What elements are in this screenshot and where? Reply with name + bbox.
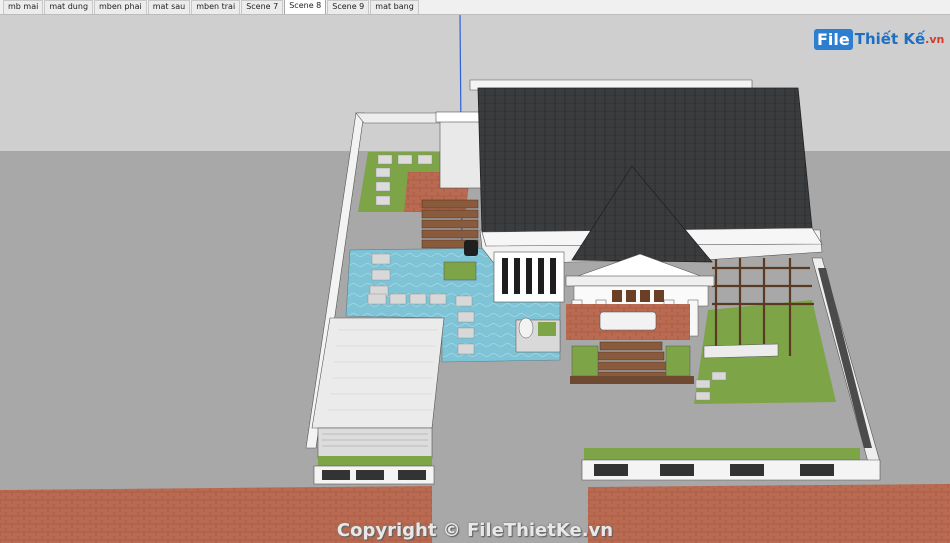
carport-roof xyxy=(311,317,445,429)
front-gable-beam xyxy=(565,275,715,287)
model-render xyxy=(0,15,950,543)
tab-mben-trai[interactable]: mben trai xyxy=(191,0,241,14)
step-planter-right xyxy=(665,345,691,377)
porch-bench xyxy=(599,311,657,331)
tab-mat-sau[interactable]: mat sau xyxy=(147,0,191,14)
3d-viewport[interactable]: File Thiết Kế .vn Copyright © FileThietK… xyxy=(0,15,950,543)
logo-tld: .vn xyxy=(925,32,945,46)
tab-scene-9[interactable]: Scene 9 xyxy=(327,0,370,14)
logo-left-word: File xyxy=(814,28,853,50)
front-right-planter xyxy=(584,448,860,460)
front-left-planter xyxy=(318,456,432,466)
copyright-watermark: Copyright © FileThietKe.vn xyxy=(336,520,614,541)
filethietke-logo: File Thiết Kế .vn xyxy=(814,25,944,53)
tab-mat-dung[interactable]: mat dung xyxy=(44,0,94,14)
pool-planter xyxy=(443,261,477,281)
carport-gate xyxy=(317,427,433,459)
fountain-urn xyxy=(518,317,534,339)
tab-mben-phai[interactable]: mben phai xyxy=(94,0,147,14)
tab-scene-7[interactable]: Scene 7 xyxy=(241,0,284,14)
tab-mat-bang[interactable]: mat bang xyxy=(370,0,419,14)
step-planter-left xyxy=(571,345,599,377)
pergola-deck xyxy=(703,343,779,359)
fountain-pad xyxy=(538,322,556,336)
step-base xyxy=(570,376,694,384)
tab-mb-mai[interactable]: mb mai xyxy=(3,0,44,14)
tab-scene-8[interactable]: Scene 8 xyxy=(284,0,327,14)
sketchup-window: mb mai mat dung mben phai mat sau mben t… xyxy=(0,0,950,543)
parked-vehicle xyxy=(464,240,478,256)
scene-tab-bar: mb mai mat dung mben phai mat sau mben t… xyxy=(0,0,950,15)
front-left-fence-grilles xyxy=(322,470,426,480)
logo-right-word: Thiết Kế xyxy=(854,30,926,48)
